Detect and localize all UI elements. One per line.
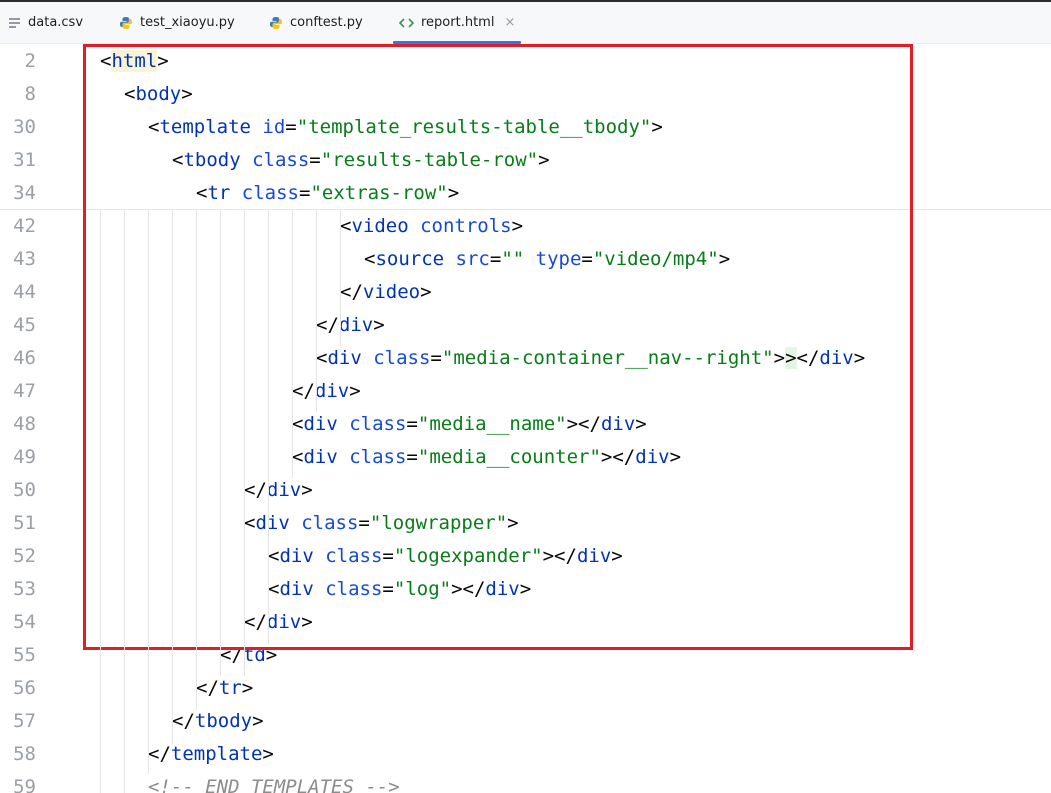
line-number: 56 [13, 677, 36, 699]
code-token: template [170, 743, 263, 765]
highlight-annotation-box [83, 44, 913, 650]
tab-label: conftest.py [290, 15, 363, 30]
code-token: </ [172, 710, 195, 732]
indent-guide [340, 210, 341, 346]
line-number: 50 [13, 479, 36, 501]
code-token: tr [218, 677, 242, 699]
line-number: 54 [13, 611, 36, 633]
line-number: 51 [13, 512, 36, 534]
code-token: > [241, 677, 254, 699]
line-number: 53 [13, 578, 36, 600]
code-token: </ [148, 743, 171, 765]
line-number: 43 [13, 248, 36, 270]
text-file-icon [8, 17, 21, 29]
code-token: </ [196, 677, 219, 699]
indent-guide [220, 210, 221, 676]
indent-guide [148, 210, 149, 774]
code-line[interactable]: 57 </tbody> [0, 705, 1051, 738]
line-number: 42 [13, 215, 36, 237]
line-number: 30 [13, 116, 36, 138]
line-number: 45 [13, 314, 36, 336]
line-number: 2 [24, 50, 36, 72]
indent-guide [100, 210, 101, 793]
line-number: 47 [13, 380, 36, 402]
indent-guide [172, 210, 173, 744]
tab-label: report.html [421, 15, 495, 30]
python-file-icon [269, 16, 283, 30]
code-token: > [252, 710, 264, 732]
editor-tab-bar: data.csv test_xiaoyu.py conftest.py repo… [0, 2, 1051, 44]
code-text: </template> [148, 738, 274, 771]
line-number: 44 [13, 281, 36, 303]
tab-label: data.csv [28, 15, 84, 30]
line-number: 31 [13, 149, 36, 171]
indent-guide [268, 210, 269, 644]
tab-data-csv[interactable]: data.csv [8, 2, 83, 43]
line-number: 49 [13, 446, 36, 468]
code-text: </tbody> [172, 705, 264, 738]
line-number: 52 [13, 545, 36, 567]
code-token: > [262, 743, 274, 765]
code-text: </tr> [196, 672, 253, 705]
html-file-icon [399, 17, 414, 29]
tab-conftest-py[interactable]: conftest.py [269, 2, 363, 43]
indent-guide [292, 210, 293, 478]
indent-guide [316, 210, 317, 412]
line-number: 58 [13, 743, 36, 765]
close-tab-icon[interactable]: × [504, 15, 515, 30]
tab-report-html[interactable]: report.html × [392, 2, 522, 44]
code-text: <!-- END TEMPLATES --> [148, 771, 400, 793]
line-number: 59 [13, 776, 36, 793]
line-number: 34 [13, 182, 36, 204]
python-file-icon [119, 16, 133, 30]
tab-label: test_xiaoyu.py [140, 15, 235, 30]
line-number: 46 [13, 347, 36, 369]
tab-test-xiaoyu-py[interactable]: test_xiaoyu.py [119, 2, 235, 43]
line-number: 48 [13, 413, 36, 435]
indent-guide [244, 210, 245, 676]
line-number: 57 [13, 710, 36, 732]
indent-guide [124, 210, 125, 793]
code-line[interactable]: 59 <!-- END TEMPLATES --> [0, 771, 1051, 793]
code-line[interactable]: 56 </tr> [0, 672, 1051, 705]
line-number: 8 [24, 83, 36, 105]
code-token: <!-- END TEMPLATES --> [148, 776, 400, 793]
indent-guide [196, 210, 197, 710]
code-token: tbody [194, 710, 253, 732]
line-number: 55 [13, 644, 36, 666]
code-line[interactable]: 58 </template> [0, 738, 1051, 771]
code-editor[interactable]: 2 <html> 8 <body> 30 <template id="template_r… [0, 44, 1051, 793]
